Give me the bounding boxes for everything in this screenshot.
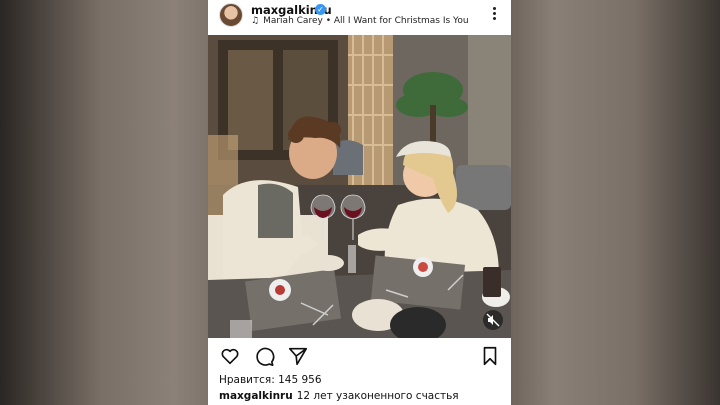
speaker-muted-icon[interactable]: [483, 310, 503, 330]
avatar[interactable]: [219, 3, 243, 27]
music-note-icon: ♫: [251, 16, 260, 26]
post-actions: [208, 343, 511, 369]
send-icon[interactable]: [287, 345, 309, 367]
post-header: maxgalkinru ✓ ♫ Mariah Carey • All I Want…: [208, 0, 511, 34]
likes-label: Нравится:: [219, 374, 275, 386]
music-track: All I Want for Christmas Is You: [333, 16, 469, 26]
post-caption: maxgalkinru 12 лет узаконенного счастья: [219, 390, 459, 402]
caption-text: 12 лет узаконенного счастья: [296, 390, 459, 402]
verified-badge-icon: ✓: [315, 4, 326, 15]
caption-username[interactable]: maxgalkinru: [219, 390, 293, 402]
comment-icon[interactable]: [253, 345, 275, 367]
photo-illustration: [208, 35, 511, 338]
likes-value: 145 956: [278, 374, 322, 386]
bookmark-icon[interactable]: [479, 345, 501, 367]
heart-icon[interactable]: [219, 345, 241, 367]
instagram-post: maxgalkinru ✓ ♫ Mariah Carey • All I Want…: [208, 0, 511, 405]
post-photo[interactable]: [208, 35, 511, 338]
music-info[interactable]: ♫ Mariah Carey • All I Want for Christmas…: [251, 16, 469, 26]
music-artist: Mariah Carey: [263, 16, 323, 26]
likes-count[interactable]: Нравится: 145 956: [219, 374, 322, 386]
music-separator: •: [325, 16, 331, 26]
more-vertical-icon[interactable]: [493, 7, 497, 23]
